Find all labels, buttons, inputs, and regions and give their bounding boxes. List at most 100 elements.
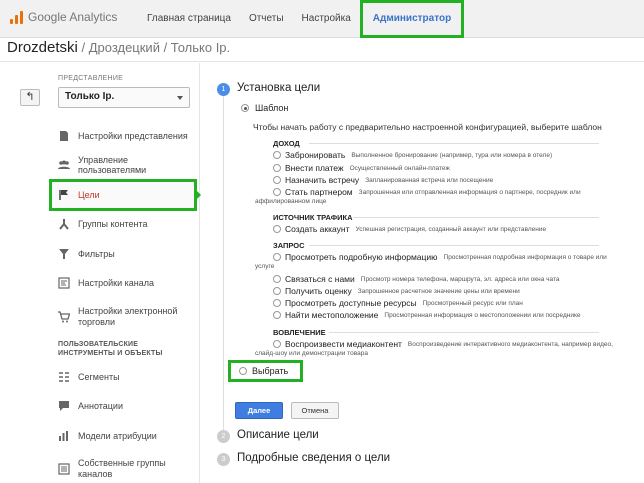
goal-option-quote[interactable]: Получить оценку Запрошенное расчетное зн… [273,286,520,296]
sidebar-item-segments[interactable]: Сегменты [50,362,196,392]
view-label: ПРЕДСТАВЛЕНИЕ [58,75,124,82]
goal-option-media[interactable]: Воспроизвести медиаконтент Воспроизведен… [273,339,613,349]
option-label: Воспроизвести медиаконтент [285,339,402,349]
goal-setup-panel: 1 Установка цели Шаблон Чтобы начать раб… [201,63,644,483]
back-arrow-icon: ↰ [25,91,35,103]
category-request: ЗАПРОС [273,241,305,250]
option-label: Создать аккаунт [285,224,350,234]
option-label: Просмотреть подробную информацию [285,252,438,262]
logo-text: Google Analytics [28,10,118,24]
radio-button[interactable] [273,311,281,319]
radio-button[interactable] [273,287,281,295]
radio-button[interactable] [273,151,281,159]
filter-icon [58,248,70,260]
sidebar-item-label: Настройки электронной торговли [78,305,178,327]
back-button[interactable]: ↰ [20,89,40,106]
sidebar-item-label: Настройки представления [78,130,188,141]
radio-button[interactable] [273,253,281,261]
option-desc: Просмотренный ресурс или план [422,299,523,307]
option-label: Связаться с нами [285,274,355,284]
option-desc-continued: аффилированном лице [255,198,327,205]
section-heading-line-1: ПОЛЬЗОВАТЕЛЬСКИЕ [58,341,139,348]
option-desc: Осуществленный онлайн-платеж [349,164,450,172]
sidebar-item-user-management[interactable]: Управление пользователями [50,151,196,181]
nav-customization[interactable]: Настройка [293,0,360,38]
option-label: Просмотреть доступные ресурсы [285,298,417,308]
radio-template[interactable] [241,104,249,112]
radio-custom[interactable] [239,367,247,375]
step-title-goal-setup[interactable]: Установка цели [237,82,320,94]
divider [309,143,599,144]
title-row: Drozdetski / Дроздецкий / Только Ip. [0,38,644,62]
nav-reports[interactable]: Отчеты [240,0,293,38]
goal-option-account[interactable]: Создать аккаунт Успешная регистрация, со… [273,224,546,234]
sidebar-item-view-settings[interactable]: Настройки представления [50,121,196,151]
goal-option-reserve[interactable]: Забронировать Выполненное бронирование (… [273,150,552,160]
users-icon [58,159,70,171]
option-desc: Успешная регистрация, созданный аккаунт … [355,225,547,233]
goal-option-partner[interactable]: Стать партнером Запрошенная или отправле… [273,187,581,197]
analytics-logo-icon [10,10,24,24]
goal-option-resources[interactable]: Просмотреть доступные ресурсы Просмотрен… [273,298,523,308]
radio-button[interactable] [273,299,281,307]
category-engagement: ВОВЛЕЧЕНИЕ [273,328,326,337]
option-desc: Выполненное бронирование (например, тура… [351,151,553,159]
option-desc: Запрошенное расчетное значение цены или … [357,287,520,295]
google-analytics-logo[interactable]: Google Analytics [10,10,117,24]
sidebar-item-custom-channel-groups[interactable]: Собственные группы каналов [50,451,196,483]
sidebar-item-label: Аннотации [78,401,123,412]
radio-button[interactable] [273,188,281,196]
option-desc: Запрошенная или отправленная информация … [358,188,581,196]
option-label: Стать партнером [285,187,353,197]
radio-button[interactable] [273,176,281,184]
goal-option-pay[interactable]: Внести платеж Осуществленный онлайн-плат… [273,163,450,173]
top-bar: Google Analytics Главная страница Отчеты… [0,0,644,38]
step-number: 1 [217,83,230,96]
goal-option-info[interactable]: Просмотреть подробную информацию Просмот… [273,252,607,262]
option-desc-continued: слайд-шоу или демонстрации товара [255,350,368,357]
steps-timeline [223,89,224,437]
sidebar-item-attribution-models[interactable]: Модели атрибуции [50,421,196,451]
channel-group-icon [58,463,70,475]
cancel-button[interactable]: Отмена [291,402,339,419]
radio-button[interactable] [273,164,281,172]
sidebar-item-goals[interactable]: Цели [49,179,201,211]
segments-icon [58,371,70,383]
goal-option-location[interactable]: Найти местоположение Просмотренная инфор… [273,310,581,320]
category-income: ДОХОД [273,139,300,148]
annotation-icon [58,400,70,412]
custom-goal-label: Выбрать [252,366,289,376]
option-label: Назначить встречу [285,175,360,185]
divider [353,217,599,218]
option-label: Найти местоположение [285,310,379,320]
sidebar-item-filters[interactable]: Фильтры [50,239,196,269]
custom-goal-option[interactable]: Выбрать [228,360,303,382]
radio-button[interactable] [273,225,281,233]
sidebar-item-annotations[interactable]: Аннотации [50,392,196,422]
section-heading-line-2: ИНСТРУМЕНТЫ И ОБЪЕКТЫ [58,350,163,357]
radio-button[interactable] [273,340,281,348]
template-option[interactable]: Шаблон [241,103,288,113]
sidebar-item-content-groups[interactable]: Группы контента [50,210,196,240]
sidebar-item-label: Группы контента [78,219,148,230]
sidebar-item-label: Настройки канала [78,278,155,289]
account-path: / Дроздецкий / Только Ip. [77,40,231,55]
nav-home[interactable]: Главная страница [138,0,240,38]
sidebar-item-label: Управление пользователями [78,155,147,176]
continue-button[interactable]: Далее [235,402,283,419]
radio-button[interactable] [273,275,281,283]
section-heading: ПОЛЬЗОВАТЕЛЬСКИЕ ИНСТРУМЕНТЫ И ОБЪЕКТЫ [58,340,163,358]
sidebar-item-channel-settings[interactable]: Настройки канала [50,269,196,299]
nav-admin[interactable]: Администратор [359,0,465,38]
goal-option-contact[interactable]: Связаться с нами Просмотр номера телефон… [273,274,560,284]
document-icon [58,130,70,142]
goal-option-meet[interactable]: Назначить встречу Запланированная встреч… [273,175,493,185]
view-select-value: Только Ip. [65,91,115,102]
sidebar-item-ecommerce-settings[interactable]: Настройки электронной торговли [50,298,196,335]
step-title-goal-details[interactable]: Подробные сведения о цели [237,452,390,464]
sidebar: ↰ ПРЕДСТАВЛЕНИЕ Только Ip. Настройки пре… [0,63,201,483]
caret-down-icon [177,96,183,100]
view-select[interactable]: Только Ip. [58,87,190,108]
step-title-goal-description[interactable]: Описание цели [237,429,319,441]
step-number: 2 [217,430,230,443]
